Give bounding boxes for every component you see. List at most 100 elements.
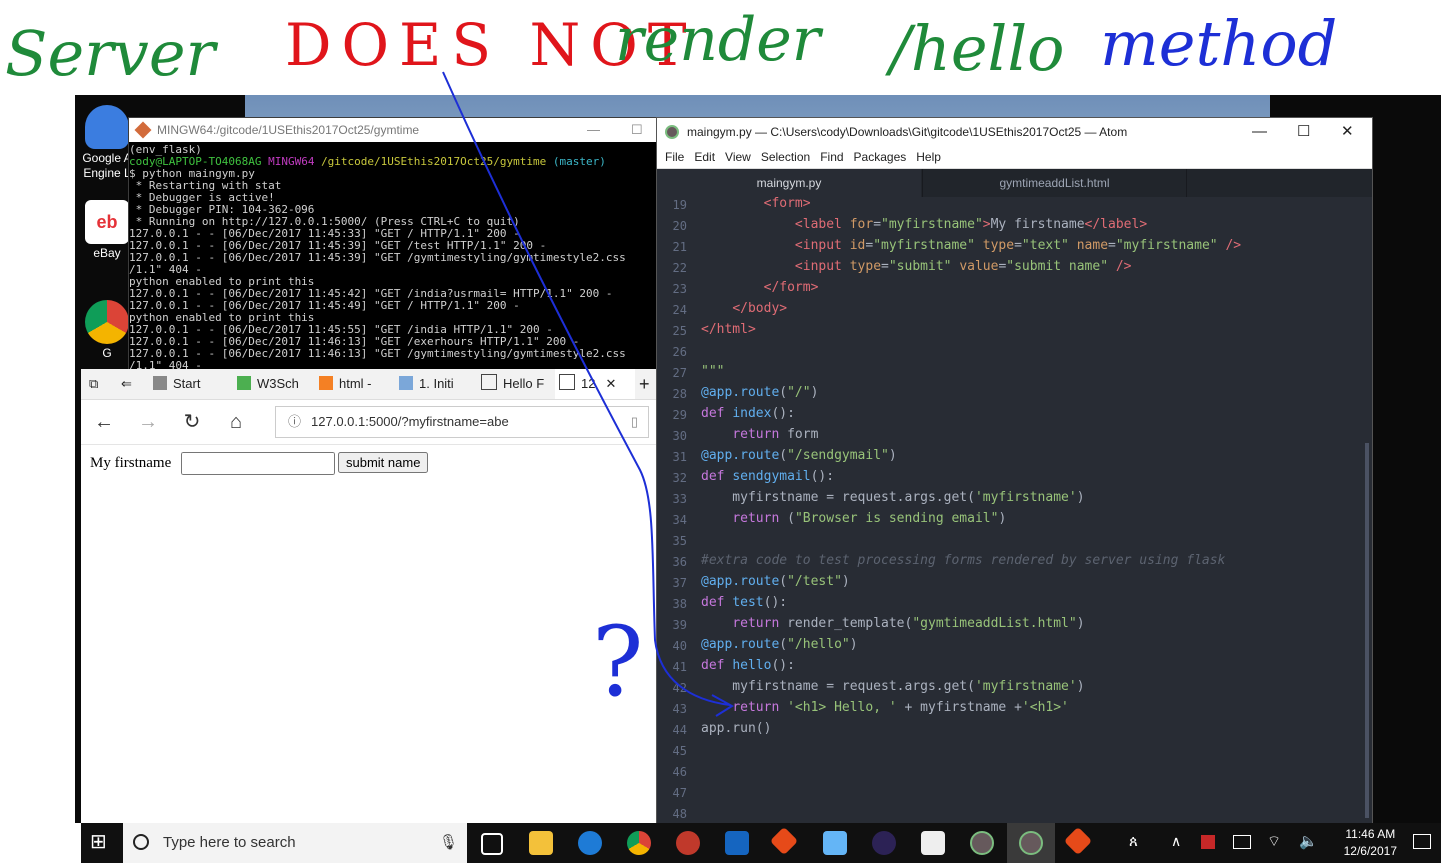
terminal-path: /gitcode/1USEthis2017Oct25/gymtime [321, 155, 547, 168]
tab-label: Hello F [503, 376, 545, 391]
wifi-icon[interactable]: ⌔ [1267, 832, 1281, 851]
terminal-line: 127.0.0.1 - - [06/Dec/2017 11:45:39] "GE… [129, 251, 626, 264]
code-line[interactable]: myfirstname = request.args.get('myfirstn… [701, 490, 1084, 505]
code-line[interactable]: @app.route("/hello") [701, 637, 858, 652]
tab-html[interactable]: html - [319, 369, 372, 399]
code-line[interactable]: <input type="submit" value="submit name"… [701, 259, 1132, 274]
atom-icon[interactable] [1019, 831, 1043, 855]
minimize-icon[interactable]: — [587, 118, 600, 142]
taskbar-search[interactable]: Type here to search 🎙 [123, 823, 467, 863]
code-line[interactable]: </html> [701, 322, 756, 337]
code-line[interactable]: return ("Browser is sending email") [701, 511, 1006, 526]
minimize-icon[interactable]: — [1252, 118, 1267, 146]
atom-titlebar[interactable]: maingym.py — C:\Users\cody\Downloads\Git… [657, 118, 1372, 146]
tab-initi[interactable]: 1. Initi [399, 369, 454, 399]
code-line[interactable]: </form> [701, 280, 819, 295]
tab-w3schools[interactable]: W3Sch [237, 369, 299, 399]
address-bar[interactable]: ⓘ 127.0.0.1:5000/?myfirstname=abe ▯ [275, 406, 649, 438]
security-icon[interactable] [1201, 835, 1215, 849]
tab-active-127[interactable]: 12 ✕ [555, 369, 635, 399]
eclipse-icon[interactable] [872, 831, 896, 855]
code-line[interactable]: def hello(): [701, 658, 795, 673]
chevron-up-icon[interactable]: ∧ [1171, 833, 1181, 850]
code-line[interactable]: myfirstname = request.args.get('myfirstn… [701, 679, 1084, 694]
firstname-input[interactable] [181, 452, 335, 475]
editor-tab-maingym[interactable]: maingym.py [657, 169, 921, 197]
line-number: 43 [672, 702, 687, 716]
terminal-shell: MINGW64 [268, 155, 315, 168]
tab-aside-icon[interactable]: ⧉ [89, 369, 98, 399]
terminal-titlebar[interactable]: MINGW64:/gitcode/1USEthis2017Oct25/gymti… [129, 118, 657, 142]
annotation-method: method [1100, 7, 1337, 80]
code-line[interactable]: <form> [701, 196, 811, 211]
powershell-icon[interactable] [725, 831, 749, 855]
code-line[interactable]: return render_template("gymtimeaddList.h… [701, 616, 1084, 631]
maximize-icon[interactable]: ☐ [1297, 118, 1310, 146]
git-icon[interactable] [769, 826, 799, 856]
atom-icon[interactable] [970, 831, 994, 855]
code-line[interactable]: @app.route("/test") [701, 574, 850, 589]
menu-edit[interactable]: Edit [692, 150, 717, 164]
windows-start-icon[interactable]: ⊞ [90, 832, 110, 852]
home-icon[interactable]: ⌂ [224, 410, 248, 434]
browser-window[interactable]: ⧉ ⇐ Start W3Sch html - 1. Initi Hello F … [81, 369, 657, 823]
close-icon[interactable]: ✕ [1341, 118, 1354, 146]
close-tab-icon[interactable]: ✕ [605, 376, 616, 391]
notepad-icon[interactable] [823, 831, 847, 855]
editor-tab-gymtimeaddlist[interactable]: gymtimeaddList.html [922, 169, 1187, 197]
volume-icon[interactable]: 🔈 [1299, 832, 1318, 850]
reading-view-icon[interactable]: ▯ [631, 407, 638, 437]
maximize-icon[interactable]: ☐ [631, 118, 643, 142]
menu-file[interactable]: File [663, 150, 686, 164]
menu-packages[interactable]: Packages [852, 150, 909, 164]
tab-hello[interactable]: Hello F [481, 369, 544, 399]
code-line[interactable]: def test(): [701, 595, 787, 610]
code-line[interactable]: return form [701, 427, 818, 442]
tab-label: 1. Initi [419, 376, 454, 391]
code-line[interactable]: app.run() [701, 721, 771, 736]
mail-icon[interactable] [921, 831, 945, 855]
notifications-icon[interactable] [1413, 834, 1431, 849]
desktop-icon-label: Google A Engine L [82, 151, 132, 180]
forward-icon[interactable]: → [136, 410, 160, 434]
paint-icon[interactable] [676, 831, 700, 855]
editor-scrollbar[interactable] [1365, 443, 1369, 818]
tab-start[interactable]: Start [153, 369, 200, 399]
menu-selection[interactable]: Selection [759, 150, 812, 164]
line-number: 30 [672, 429, 687, 443]
tab-back-aside-icon[interactable]: ⇐ [121, 369, 132, 399]
taskbar-clock[interactable]: 11:46 AM 12/6/2017 [1344, 826, 1397, 860]
code-line[interactable]: @app.route("/") [701, 385, 818, 400]
microphone-icon[interactable]: 🎙 [439, 823, 458, 863]
atom-editor-window[interactable]: maingym.py — C:\Users\cody\Downloads\Git… [656, 117, 1373, 825]
code-line[interactable]: <input id="myfirstname" type="text" name… [701, 238, 1241, 253]
back-icon[interactable]: ← [92, 410, 116, 434]
git-icon[interactable] [1063, 826, 1093, 856]
menu-find[interactable]: Find [818, 150, 845, 164]
chrome-icon [85, 300, 129, 344]
refresh-icon[interactable]: ↻ [180, 410, 204, 434]
submit-name-button[interactable]: submit name [338, 452, 429, 473]
taskbar: ⊞ Type here to search 🎙 ጰ ∧ ⌔ 🔈 11:46 AM… [81, 823, 1441, 863]
edge-icon[interactable] [578, 831, 602, 855]
menu-view[interactable]: View [723, 150, 753, 164]
people-icon[interactable]: ጰ [1129, 833, 1138, 850]
chrome-icon[interactable] [627, 831, 651, 855]
code-line[interactable]: return '<h1> Hello, ' + myfirstname +'<h… [701, 700, 1069, 715]
clock-date: 12/6/2017 [1343, 844, 1397, 858]
terminal-window[interactable]: MINGW64:/gitcode/1USEthis2017Oct25/gymti… [128, 117, 658, 371]
code-line[interactable]: @app.route("/sendgymail") [701, 448, 897, 463]
code-line[interactable]: def index(): [701, 406, 795, 421]
code-line[interactable]: <label for="myfirstname">My firstname</l… [701, 217, 1147, 232]
menu-help[interactable]: Help [914, 150, 943, 164]
line-number: 25 [672, 324, 687, 338]
code-line[interactable]: #extra code to test processing forms ren… [701, 553, 1225, 568]
battery-icon[interactable] [1233, 835, 1251, 849]
terminal-output[interactable]: (env_flask) cody@LAPTOP-TO4068AG MINGW64… [129, 142, 657, 371]
file-explorer-icon[interactable] [529, 831, 553, 855]
code-line[interactable]: </body> [701, 301, 787, 316]
code-line[interactable]: def sendgymail(): [701, 469, 834, 484]
task-view-icon[interactable] [481, 833, 503, 855]
code-line[interactable]: """ [701, 364, 724, 379]
new-tab-icon[interactable]: + [639, 369, 650, 399]
